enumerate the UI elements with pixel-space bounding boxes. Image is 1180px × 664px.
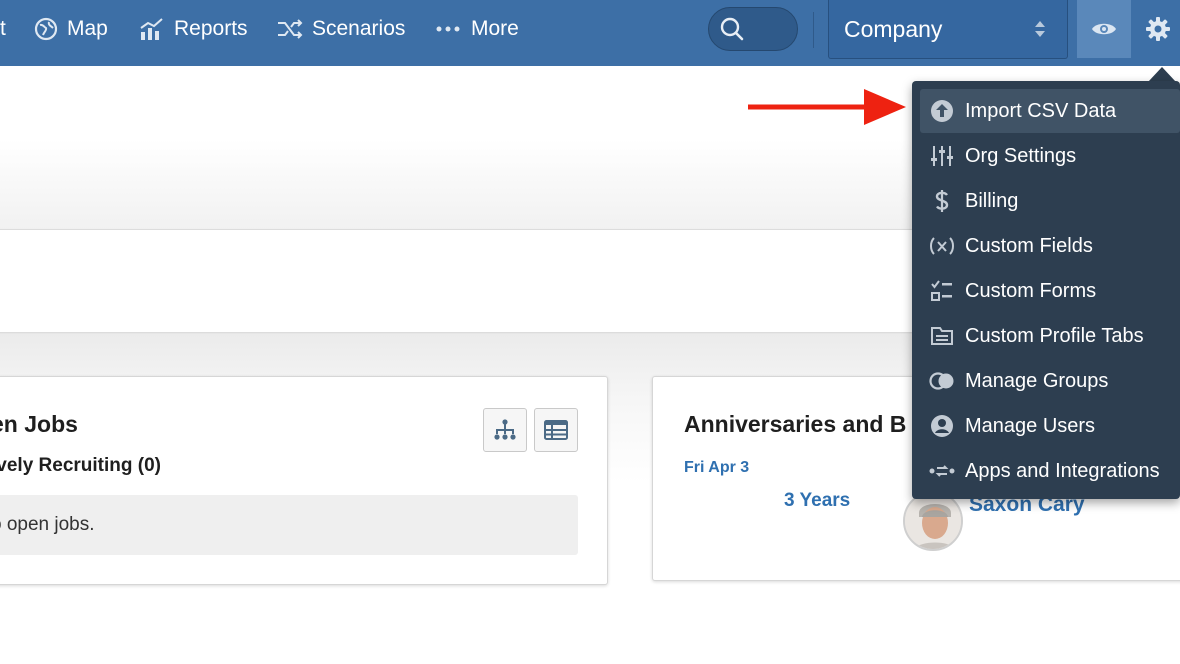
menu-item-manage-users-label: Manage Users [965, 414, 1096, 437]
menu-item-apps-integrations-label: Apps and Integrations [965, 459, 1160, 482]
settings-gear-button[interactable] [1136, 0, 1180, 58]
nav-item-map[interactable]: Map [34, 0, 108, 58]
tab-icon [928, 322, 956, 350]
globe-icon [34, 17, 58, 41]
menu-item-custom-fields[interactable]: Custom Fields [920, 224, 1180, 268]
table-icon [544, 420, 568, 440]
open-jobs-title: en Jobs [0, 411, 78, 437]
nav-item-reports-label: Reports [174, 17, 248, 40]
checklist-icon [928, 277, 956, 305]
annotation-arrow [748, 89, 906, 125]
menu-item-custom-forms[interactable]: Custom Forms [920, 269, 1180, 313]
company-select[interactable]: Company [828, 0, 1068, 59]
nav-divider [813, 12, 814, 48]
chart-icon [140, 18, 163, 40]
person-photo [905, 493, 961, 549]
company-select-value: Company [844, 15, 943, 42]
nav-item-partial[interactable]: t [0, 0, 6, 58]
table-view-button[interactable] [534, 408, 578, 452]
select-updown-icon [1035, 21, 1045, 37]
menu-item-billing-label: Billing [965, 189, 1019, 212]
anniversary-years: 3 Years [784, 490, 851, 511]
nav-item-reports[interactable]: Reports [139, 0, 248, 58]
open-jobs-card: en Jobs ively Recruiting (0) o open jobs… [0, 376, 608, 585]
eye-icon [1092, 23, 1116, 35]
settings-menu: Import CSV Data Org Settings Billing Cus… [912, 81, 1180, 499]
anniversary-date: Fri Apr 3 [684, 459, 750, 476]
dollar-icon [928, 187, 956, 215]
user-icon [928, 412, 956, 440]
top-navigation-bar: t Map Reports Scenarios More Company [0, 0, 1180, 66]
menu-caret [1148, 67, 1176, 82]
groups-icon [928, 367, 956, 395]
menu-item-billing[interactable]: Billing [920, 179, 1180, 223]
anniversaries-title: Anniversaries and B [684, 411, 907, 437]
search-button[interactable] [708, 7, 798, 51]
nav-item-map-label: Map [67, 17, 108, 40]
menu-item-manage-users[interactable]: Manage Users [920, 404, 1180, 448]
menu-item-manage-groups[interactable]: Manage Groups [920, 359, 1180, 403]
menu-item-custom-profile-tabs-label: Custom Profile Tabs [965, 324, 1144, 347]
no-jobs-text: o open jobs. [0, 514, 95, 535]
menu-item-manage-groups-label: Manage Groups [965, 369, 1109, 392]
org-chart-view-button[interactable] [483, 408, 527, 452]
actively-recruiting-heading: ively Recruiting (0) [0, 455, 161, 476]
view-as-button[interactable] [1077, 0, 1131, 58]
nav-item-more[interactable]: More [436, 0, 519, 58]
nav-item-scenarios[interactable]: Scenarios [277, 0, 405, 58]
avatar[interactable] [903, 491, 963, 551]
nav-item-partial-label: t [0, 17, 6, 40]
gear-icon [1146, 17, 1170, 41]
nav-item-scenarios-label: Scenarios [312, 17, 406, 40]
menu-item-custom-fields-label: Custom Fields [965, 234, 1093, 257]
menu-item-apps-integrations[interactable]: Apps and Integrations [920, 449, 1180, 493]
menu-item-custom-profile-tabs[interactable]: Custom Profile Tabs [920, 314, 1180, 358]
variable-icon [928, 232, 956, 260]
menu-item-org-settings[interactable]: Org Settings [920, 134, 1180, 178]
menu-item-import-csv[interactable]: Import CSV Data [920, 89, 1180, 133]
sliders-icon [928, 142, 956, 170]
menu-item-import-csv-label: Import CSV Data [965, 99, 1117, 122]
menu-item-org-settings-label: Org Settings [965, 144, 1077, 167]
menu-item-custom-forms-label: Custom Forms [965, 279, 1097, 302]
no-jobs-message: o open jobs. [0, 495, 578, 555]
shuffle-icon [278, 19, 303, 39]
integration-icon [928, 457, 956, 485]
upload-circle-icon [928, 97, 956, 125]
org-chart-icon [494, 419, 516, 440]
search-icon [720, 17, 744, 41]
more-dots-icon [436, 26, 460, 32]
nav-item-more-label: More [471, 17, 519, 40]
